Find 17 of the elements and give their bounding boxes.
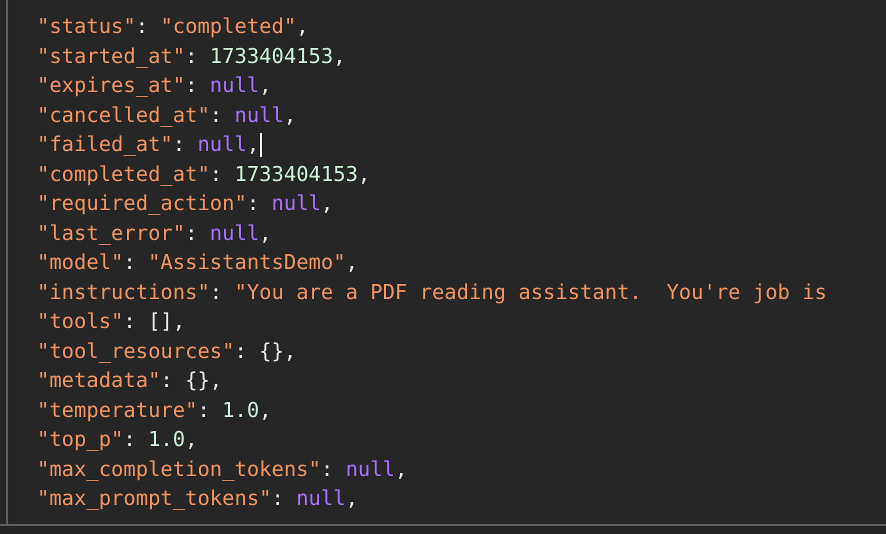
code-line: "status": "completed", — [37, 13, 309, 40]
code-line: "failed_at": null, — [37, 131, 260, 158]
code-line: "max_completion_tokens": null, — [37, 456, 408, 483]
code-line: "metadata": {}, — [37, 367, 222, 394]
code-line: "tools": [], — [37, 308, 186, 335]
code-line: "required_action": null, — [37, 190, 334, 217]
code-line: "temperature": 1.0, — [37, 396, 272, 424]
code-line: "last_error": null, — [37, 220, 272, 247]
code-line: "started_at": 1733404153, — [37, 42, 346, 70]
code-line: "instructions": "You are a PDF reading assistant. You're job is — [37, 278, 827, 306]
code-line: "expires_at": null, — [37, 72, 272, 99]
code-line: "cancelled_at": null, — [37, 102, 296, 129]
code-line: "tool_resources": {}, — [37, 338, 296, 365]
code-line: "max_prompt_tokens": null, — [37, 485, 358, 512]
code-line: "top_p": 1.0, — [37, 426, 198, 453]
code-line: "model": "AssistantsDemo", — [37, 249, 358, 276]
code-line: "completed_at": 1733404153, — [37, 160, 370, 188]
